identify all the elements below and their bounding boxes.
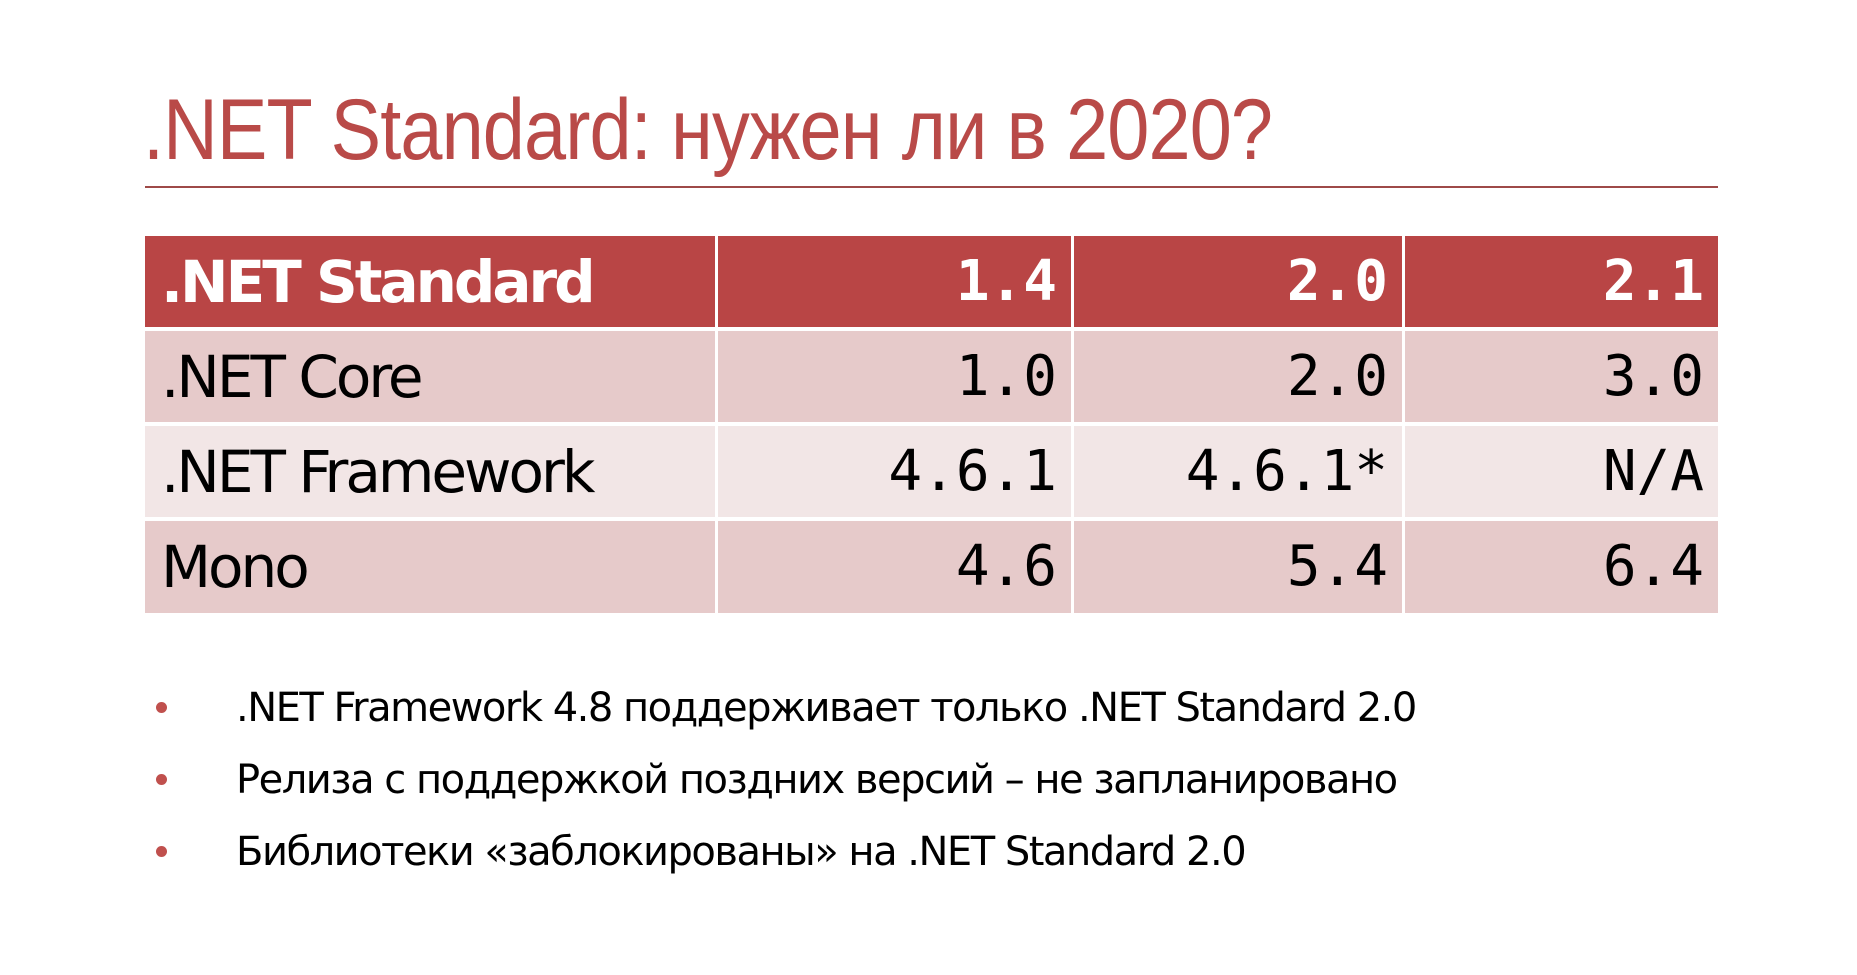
bullet-text: Библиотеки «заблокированы» на .NET Stand… (236, 829, 1247, 875)
row-label-cell: Mono (145, 521, 718, 613)
header-version-cell: 1.4 (718, 236, 1074, 331)
bullet-text: Релиза с поддержкой поздних версий – не … (236, 757, 1398, 803)
row-label-cell: .NET Framework (145, 426, 718, 521)
title-divider (145, 186, 1718, 188)
version-cell: 4.6 (718, 521, 1074, 613)
version-cell: 4.6.1 (718, 426, 1074, 521)
bullet-dot-icon (156, 702, 167, 713)
table-row: .NET Core 1.0 2.0 3.0 (145, 331, 1718, 426)
table-header-row: .NET Standard 1.4 2.0 2.1 (145, 236, 1718, 331)
version-cell: 2.0 (1074, 331, 1405, 426)
bullet-dot-icon (156, 846, 167, 857)
header-version-cell: 2.0 (1074, 236, 1405, 331)
compatibility-table: .NET Standard 1.4 2.0 2.1 .NET Core 1.0 … (145, 236, 1718, 613)
table-row: Mono 4.6 5.4 6.4 (145, 521, 1718, 613)
version-cell: 5.4 (1074, 521, 1405, 613)
header-version-cell: 2.1 (1405, 236, 1718, 331)
bullet-text: .NET Framework 4.8 поддерживает только .… (236, 685, 1417, 731)
slide-title: .NET Standard: нужен ли в 2020? (143, 82, 1273, 178)
version-cell: N/A (1405, 426, 1718, 521)
version-cell: 3.0 (1405, 331, 1718, 426)
version-cell: 1.0 (718, 331, 1074, 426)
version-cell: 4.6.1* (1074, 426, 1405, 521)
version-cell: 6.4 (1405, 521, 1718, 613)
bullet-dot-icon (156, 774, 167, 785)
row-label-cell: .NET Core (145, 331, 718, 426)
table-row: .NET Framework 4.6.1 4.6.1* N/A (145, 426, 1718, 521)
header-label-cell: .NET Standard (145, 236, 718, 331)
